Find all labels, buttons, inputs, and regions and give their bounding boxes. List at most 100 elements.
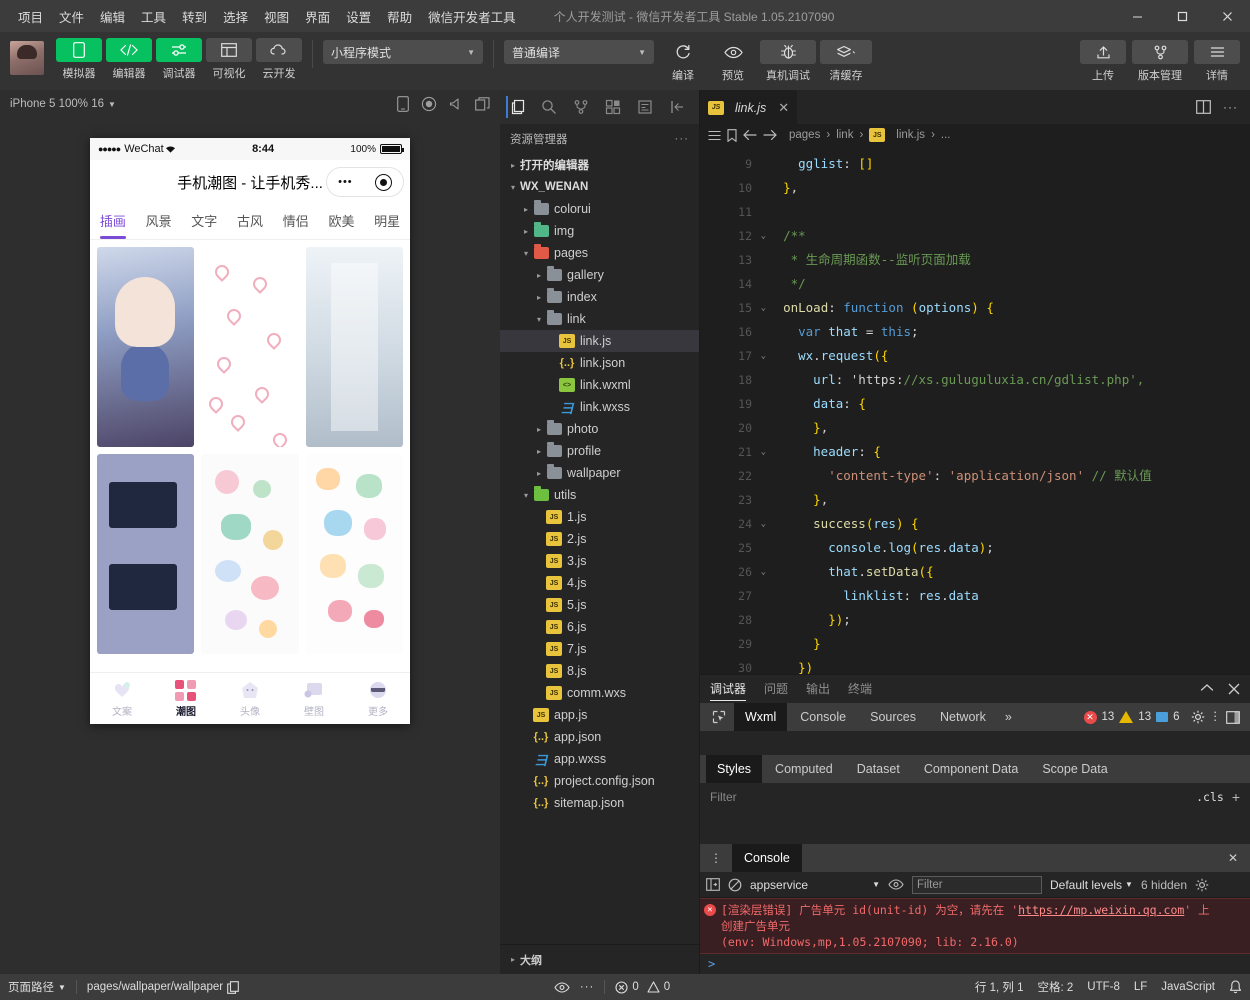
chevron-right-icon[interactable]: ▸ <box>532 469 546 478</box>
back-icon[interactable] <box>743 129 757 141</box>
device-select[interactable]: iPhone 5 100% 16 <box>10 98 104 110</box>
toolbar-button-preview[interactable]: 预览 <box>710 38 756 83</box>
wechat-capsule[interactable]: ••• <box>326 167 404 197</box>
menu-item-tools[interactable]: 工具 <box>133 3 174 30</box>
tree-item-app-json[interactable]: {..} app.json <box>500 726 699 748</box>
phone-tab-touxiang[interactable]: 头像 <box>218 673 282 724</box>
tree-item-profile[interactable]: ▸ profile <box>500 440 699 462</box>
chevron-right-icon[interactable]: ▸ <box>506 955 520 964</box>
tree-item-wallpaper[interactable]: ▸ wallpaper <box>500 462 699 484</box>
volume-icon[interactable] <box>449 97 463 111</box>
chevron-right-icon[interactable]: ▸ <box>532 271 546 280</box>
breadcrumb-item-file[interactable]: link.js <box>896 129 925 141</box>
console-prompt[interactable]: > <box>700 954 1250 974</box>
collapse-panel-icon[interactable] <box>1200 683 1214 695</box>
category-tab-mingxing[interactable]: 明星 <box>364 204 410 239</box>
menu-item-settings[interactable]: 设置 <box>338 3 379 30</box>
chevron-down-icon[interactable]: ▾ <box>519 249 533 258</box>
file-tree[interactable]: ▸ 打开的编辑器 ▾ WX_WENAN ▸ colorui ▸ img ▾ pages ▸ galle… <box>500 154 699 944</box>
tree-item-link[interactable]: ▾ link <box>500 308 699 330</box>
more-vertical-icon[interactable]: ⋮ <box>706 852 726 864</box>
eye-icon[interactable] <box>888 879 904 890</box>
add-rule-button[interactable]: + <box>1232 789 1240 805</box>
fold-toggle-icon[interactable]: ⌄ <box>761 560 766 584</box>
copy-icon[interactable] <box>227 980 239 994</box>
menu-item-select[interactable]: 选择 <box>215 3 256 30</box>
toolbar-button-remote-debug[interactable]: 真机调试 <box>760 38 816 83</box>
tree-item-index[interactable]: ▸ index <box>500 286 699 308</box>
minimize-button[interactable] <box>1115 0 1160 32</box>
code-content[interactable]: gglist: [] }, /** * 生命周期函数--监听页面加载 */ on… <box>756 146 1250 674</box>
chevron-down-icon[interactable]: ▾ <box>532 315 546 324</box>
phone-tab-bitu[interactable]: 壁图 <box>282 673 346 724</box>
more-actions-icon[interactable]: ··· <box>675 133 690 145</box>
toolbar-button-compile[interactable]: 编译 <box>660 38 706 83</box>
bell-icon[interactable] <box>1229 980 1242 994</box>
panel-tab-output[interactable]: 输出 <box>806 675 830 703</box>
phone-tab-gengduo[interactable]: 更多 <box>346 673 410 724</box>
toolbar-button-editor[interactable]: 编辑器 <box>106 38 152 81</box>
tree-item-utils[interactable]: ▾ utils <box>500 484 699 506</box>
category-tab-qinglv[interactable]: 情侣 <box>273 204 319 239</box>
tree-item-link-wxss[interactable]: 彐 link.wxss <box>500 396 699 418</box>
category-tab-gufeng[interactable]: 古风 <box>227 204 273 239</box>
bookmark-icon[interactable] <box>727 128 737 142</box>
cursor-position[interactable]: 行 1, 列 1 <box>975 979 1024 995</box>
tree-item-comm-wxs[interactable]: JS comm.wxs <box>500 682 699 704</box>
chevron-down-icon[interactable]: ▾ <box>519 491 533 500</box>
search-icon[interactable] <box>538 96 560 118</box>
devtool-tab-network[interactable]: Network <box>929 703 997 731</box>
close-button[interactable] <box>1205 0 1250 32</box>
tree-item-8-js[interactable]: JS 8.js <box>500 660 699 682</box>
eol-setting[interactable]: LF <box>1134 981 1147 993</box>
tree-item-photo[interactable]: ▸ photo <box>500 418 699 440</box>
tree-item-colorui[interactable]: ▸ colorui <box>500 198 699 220</box>
compile-select[interactable]: 普通编译 ▼ <box>504 40 654 64</box>
encoding-setting[interactable]: UTF-8 <box>1087 981 1120 993</box>
forward-icon[interactable] <box>763 129 777 141</box>
toolbar-button-debugger[interactable]: 调试器 <box>156 38 202 81</box>
styles-tab-dataset[interactable]: Dataset <box>846 755 911 783</box>
phone-tab-chaotu[interactable]: 潮图 <box>154 673 218 724</box>
grid-item[interactable] <box>305 454 403 654</box>
split-editor-icon[interactable] <box>1196 100 1211 114</box>
avatar[interactable] <box>10 41 44 75</box>
close-panel-icon[interactable] <box>1228 683 1240 695</box>
panel-tab-terminal[interactable]: 终端 <box>848 675 872 703</box>
fold-toggle-icon[interactable]: ⌄ <box>761 224 766 248</box>
page-path-select[interactable]: 页面路径 ▼ <box>8 979 66 995</box>
tree-item-gallery[interactable]: ▸ gallery <box>500 264 699 286</box>
devtool-tabs-overflow[interactable]: » <box>999 703 1018 731</box>
menu-item-view[interactable]: 视图 <box>256 3 297 30</box>
toolbar-button-upload[interactable]: 上传 <box>1080 38 1126 83</box>
devtool-tab-wxml[interactable]: Wxml <box>734 703 788 731</box>
tree-item-link-json[interactable]: {..} link.json <box>500 352 699 374</box>
settings-gear-icon[interactable] <box>1195 878 1209 892</box>
console-drawer-tab[interactable]: Console <box>732 844 802 872</box>
editor-tab-link-js[interactable]: JS link.js ✕ <box>700 90 798 124</box>
chevron-right-icon[interactable]: ▸ <box>506 161 520 170</box>
tree-item-3-js[interactable]: JS 3.js <box>500 550 699 572</box>
close-target-icon[interactable] <box>374 173 392 191</box>
tree-item-link-wxml[interactable]: <> link.wxml <box>500 374 699 396</box>
more-dots-icon[interactable]: ••• <box>338 176 353 188</box>
chevron-right-icon[interactable]: ▸ <box>532 447 546 456</box>
console-context-select[interactable]: appservice ▼ <box>750 878 880 892</box>
fold-toggle-icon[interactable]: ⌄ <box>761 512 766 536</box>
tree-item-1-js[interactable]: JS 1.js <box>500 506 699 528</box>
grid-item[interactable] <box>201 247 299 447</box>
tree-item-app-js[interactable]: JS app.js <box>500 704 699 726</box>
more-vertical-icon[interactable]: ⋮ <box>1210 711 1222 723</box>
styles-tab-scope-data[interactable]: Scope Data <box>1031 755 1118 783</box>
toolbar-button-version[interactable]: 版本管理 <box>1132 38 1188 83</box>
category-tab-oumei[interactable]: 欧美 <box>319 204 365 239</box>
tree-item-7-js[interactable]: JS 7.js <box>500 638 699 660</box>
breadcrumb-item-link[interactable]: link <box>836 129 853 141</box>
code-editor[interactable]: 9 10 11 12 ⌄ 13 14 15 ⌄ 16 17 ⌄ 18 19 20 21 ⌄ 22 23 24 ⌄ 25 26… <box>700 146 1250 674</box>
phone-tab-wenan[interactable]: 文案 <box>90 673 154 724</box>
eye-icon[interactable] <box>554 981 570 993</box>
tree-item-img[interactable]: ▸ img <box>500 220 699 242</box>
chevron-right-icon[interactable]: ▸ <box>519 205 533 214</box>
breadcrumb-item-more[interactable]: ... <box>941 129 951 141</box>
toolbar-button-simulator[interactable]: 模拟器 <box>56 38 102 81</box>
